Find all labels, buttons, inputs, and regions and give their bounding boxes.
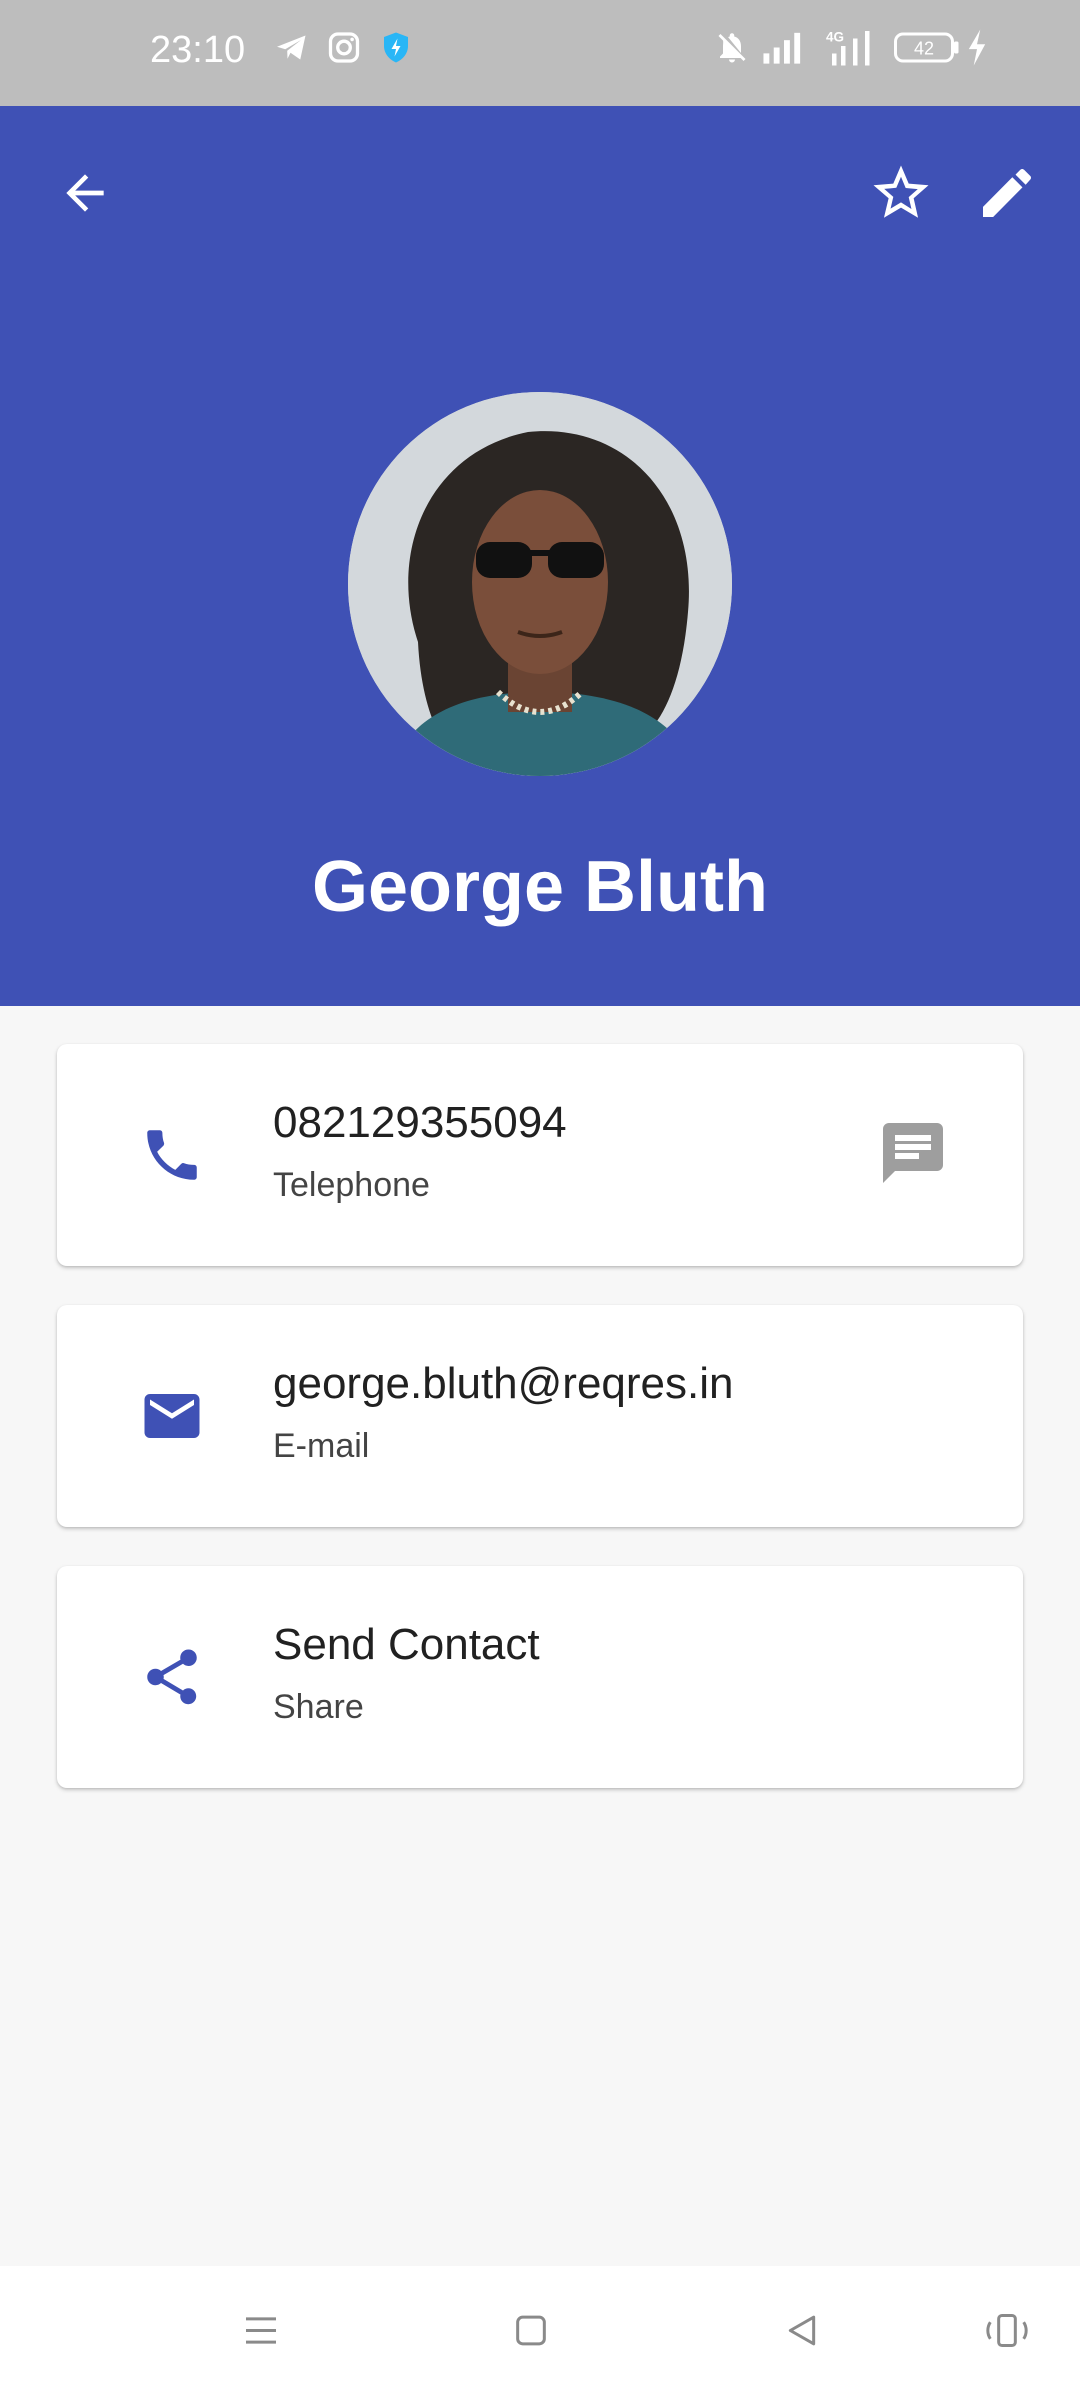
status-bar: 23:10 4G 42 (0, 0, 1080, 106)
arrow-left-icon (57, 165, 113, 226)
signal-icon (762, 31, 806, 70)
send-contact-label: Send Contact (273, 1620, 540, 1669)
message-button[interactable] (873, 1115, 953, 1195)
battery-icon: 42 (894, 32, 960, 69)
menu-icon[interactable] (241, 2311, 281, 2356)
signal-4g-icon: 4G (826, 29, 880, 72)
telegram-icon (274, 30, 310, 71)
avatar (348, 392, 732, 776)
phone-card[interactable]: 082129355094 Telephone (57, 1044, 1023, 1266)
share-icon (133, 1638, 211, 1716)
email-address: george.bluth@reqres.in (273, 1359, 734, 1408)
email-label: E-mail (273, 1427, 370, 1465)
status-time: 23:10 (150, 29, 246, 71)
pencil-icon (975, 161, 1039, 230)
share-label: Share (273, 1688, 364, 1726)
back-button[interactable] (40, 150, 130, 240)
instagram-icon (326, 30, 362, 71)
rotate-icon[interactable] (983, 2311, 1031, 2356)
star-outline-icon (868, 160, 934, 231)
email-card[interactable]: george.bluth@reqres.in E-mail (57, 1305, 1023, 1527)
home-icon[interactable] (511, 2311, 551, 2356)
phone-label: Telephone (273, 1166, 430, 1204)
bell-off-icon (714, 30, 750, 71)
phone-number: 082129355094 (273, 1098, 567, 1147)
favorite-button[interactable] (856, 150, 946, 240)
message-icon (877, 1117, 949, 1194)
email-icon (133, 1377, 211, 1455)
share-card[interactable]: Send Contact Share (57, 1566, 1023, 1788)
phone-icon (133, 1116, 211, 1194)
charging-icon (966, 29, 988, 71)
svg-text:4G: 4G (826, 30, 844, 45)
profile-header: George Bluth (0, 106, 1080, 1006)
shield-bolt-icon (378, 30, 414, 71)
svg-text:42: 42 (914, 38, 934, 58)
contact-name: George Bluth (311, 847, 768, 927)
edit-button[interactable] (962, 150, 1052, 240)
back-icon[interactable] (782, 2311, 822, 2356)
system-nav-bar (0, 2266, 1080, 2400)
